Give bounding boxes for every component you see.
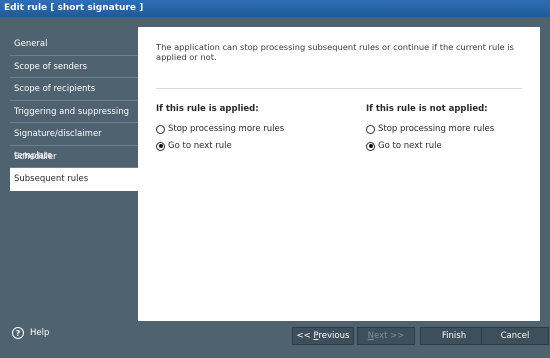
applied-next-radio[interactable] <box>156 141 165 151</box>
not-applied-stop-option[interactable]: Stop processing more rules <box>366 121 494 137</box>
not-applied-next-radio[interactable] <box>366 141 375 151</box>
not-applied-title: If this rule is not applied: <box>366 104 488 114</box>
divider <box>156 88 522 89</box>
previous-button[interactable]: << Previous <box>292 327 354 345</box>
sidebar-item-general[interactable]: General <box>10 33 138 56</box>
previous-prefix: << <box>296 331 314 341</box>
applied-stop-option[interactable]: Stop processing more rules <box>156 121 284 137</box>
applied-next-label: Go to next rule <box>168 141 232 151</box>
help-icon: ? <box>12 327 24 339</box>
page-description: The application can stop processing subs… <box>156 42 514 62</box>
help-link[interactable]: ? Help <box>12 327 49 339</box>
previous-rest: revious <box>318 331 350 341</box>
next-button[interactable]: Next >> <box>357 327 415 345</box>
window-title: Edit rule [ short signature ] <box>0 0 550 17</box>
sidebar-item-scope-of-senders[interactable]: Scope of senders <box>10 56 138 78</box>
sidebar-nav: General Scope of senders Scope of recipi… <box>10 33 138 191</box>
not-applied-next-option[interactable]: Go to next rule <box>366 138 494 154</box>
applied-group: If this rule is applied: Stop processing… <box>156 104 284 155</box>
next-rest: ext >> <box>373 331 405 341</box>
sidebar-item-triggering-and-suppressing[interactable]: Triggering and suppressing <box>10 101 138 123</box>
not-applied-stop-radio[interactable] <box>366 124 375 134</box>
not-applied-next-label: Go to next rule <box>378 141 442 151</box>
sidebar-item-scheduler[interactable]: Scheduler <box>10 146 138 168</box>
sidebar-item-signature-disclaimer-template[interactable]: Signature/disclaimer template <box>10 123 138 161</box>
sidebar-item-subsequent-rules[interactable]: Subsequent rules <box>10 168 138 191</box>
finish-button[interactable]: Finish <box>420 327 488 345</box>
content-panel: The application can stop processing subs… <box>138 27 540 321</box>
not-applied-stop-label: Stop processing more rules <box>378 124 495 134</box>
applied-next-option[interactable]: Go to next rule <box>156 138 284 154</box>
applied-title: If this rule is applied: <box>156 104 259 114</box>
applied-stop-label: Stop processing more rules <box>168 124 285 134</box>
not-applied-group: If this rule is not applied: Stop proces… <box>366 104 494 155</box>
applied-stop-radio[interactable] <box>156 124 165 134</box>
sidebar-item-scope-of-recipients[interactable]: Scope of recipients <box>10 78 138 101</box>
cancel-button[interactable]: Cancel <box>481 327 549 345</box>
help-label: Help <box>30 328 50 338</box>
